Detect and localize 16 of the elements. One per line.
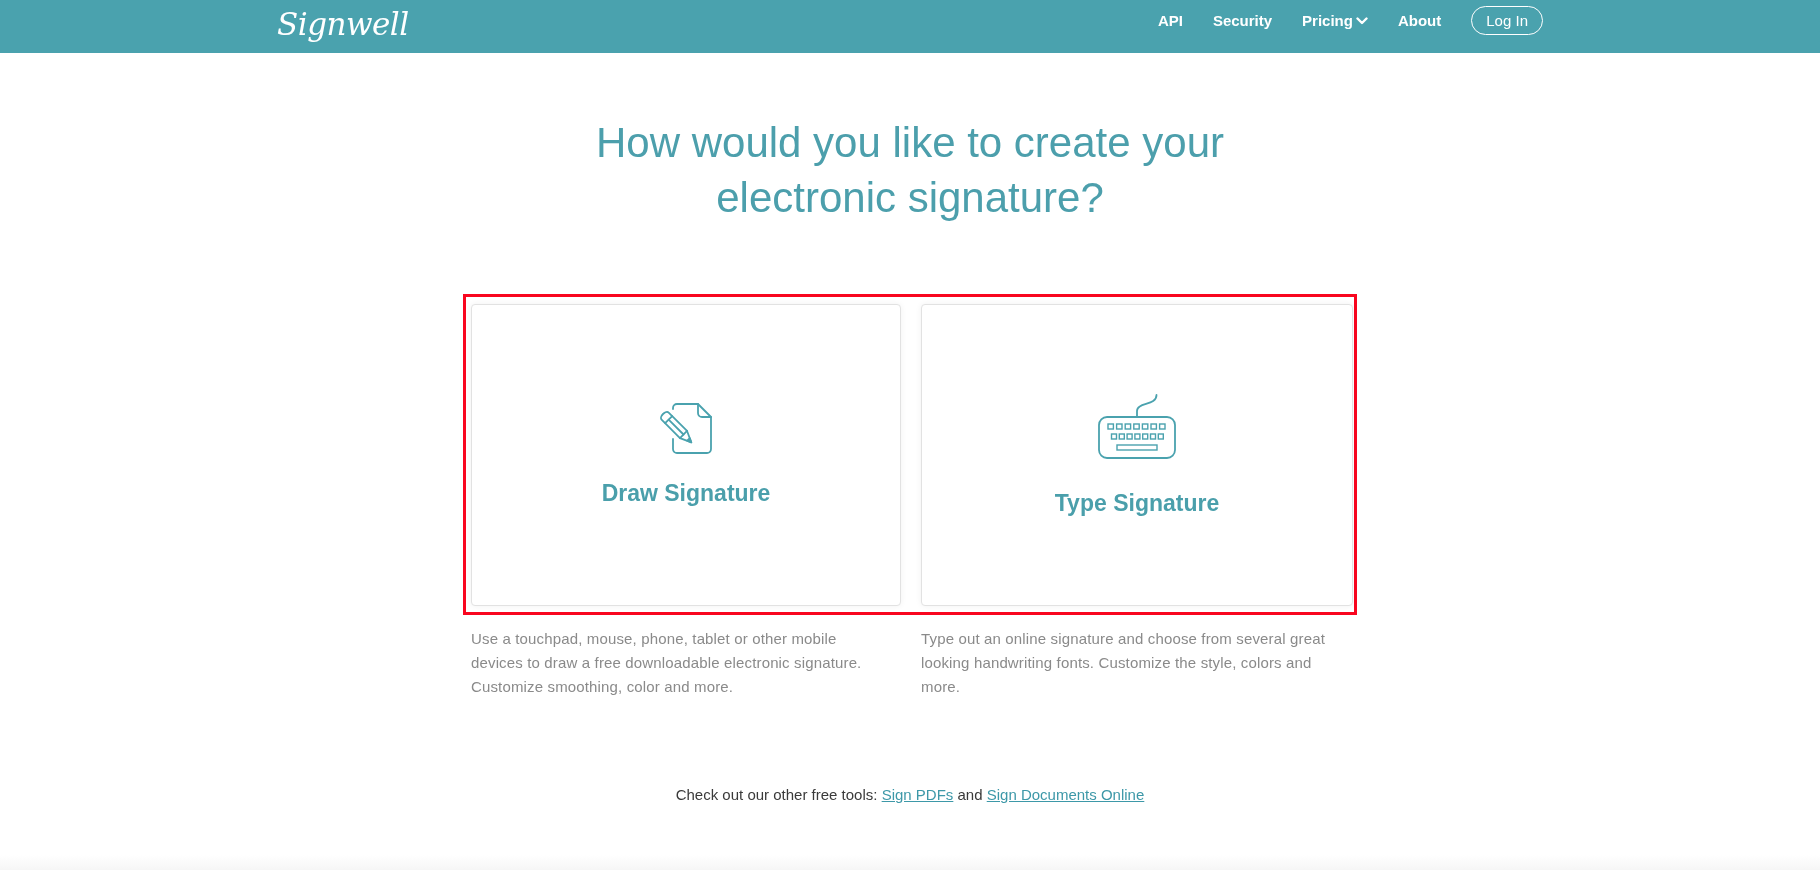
keyboard-icon xyxy=(1098,393,1176,460)
pencil-document-icon xyxy=(660,403,712,454)
logo[interactable]: Signwell xyxy=(277,5,409,42)
nav-dropdown-link[interactable]: Pricing xyxy=(1302,12,1368,29)
tool-link[interactable]: Sign PDFs xyxy=(881,786,954,803)
signature-option-card[interactable]: Draw Signature xyxy=(471,304,901,606)
tool-link[interactable]: Sign Documents Online xyxy=(986,786,1145,803)
nav-link[interactable]: About xyxy=(1397,12,1442,29)
nav-link[interactable]: API xyxy=(1157,12,1183,29)
option-description: Type out an online signature and choose from several great looking handwriting fonts. Customize the style, colors and more. xyxy=(921,629,1326,697)
page-heading: How would you like to create your electronic signature? xyxy=(595,118,1225,223)
other-tools-note: Check out our other free tools: Sign PDFs and Sign Documents Online xyxy=(675,785,1145,805)
chevron-down-icon xyxy=(1355,16,1368,25)
signature-option-card[interactable]: Type Signature xyxy=(921,304,1353,606)
option-description: Use a touchpad, mouse, phone, tablet or other mobile devices to draw a free downloadable electronic signature. Customize smoothing, color and more. xyxy=(471,629,863,697)
nav-link[interactable]: Security xyxy=(1212,12,1273,29)
